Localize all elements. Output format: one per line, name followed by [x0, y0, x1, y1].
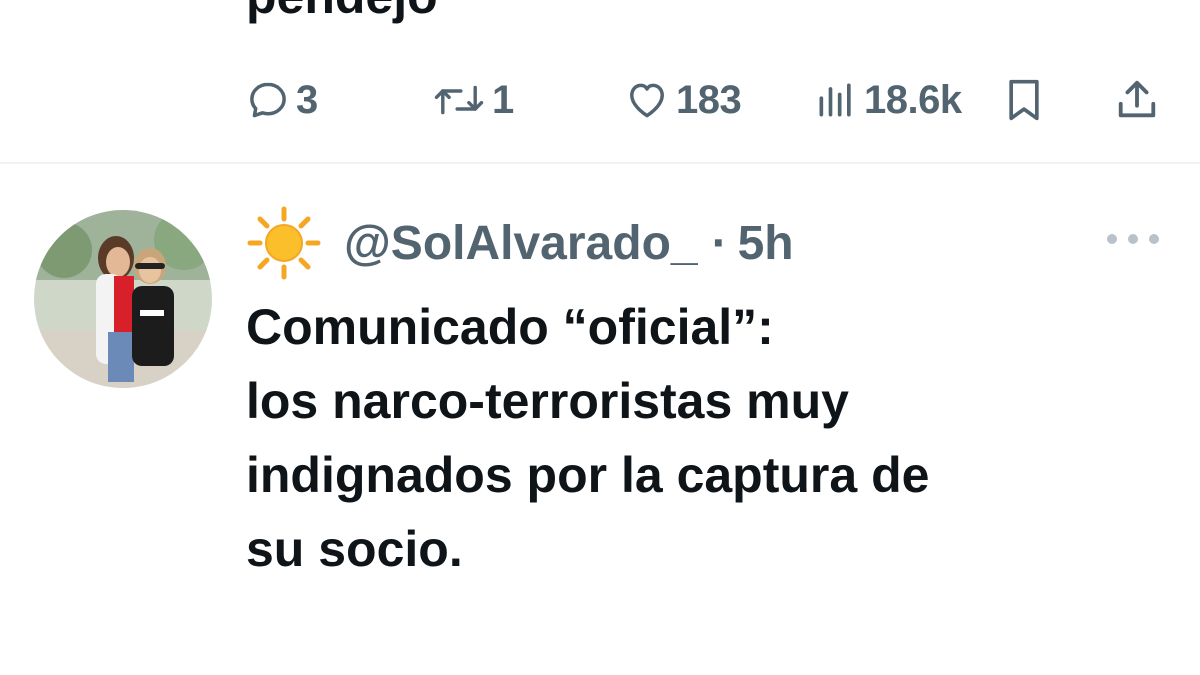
separator-dot: · — [711, 216, 728, 270]
avatar-photo — [34, 210, 212, 388]
tweet-divider — [0, 162, 1200, 164]
views-count: 18.6k — [864, 77, 962, 122]
retweet-count: 1 — [492, 77, 514, 122]
heart-icon — [630, 83, 664, 118]
user-handle[interactable]: @SolAlvarado_ — [344, 216, 698, 271]
views-chart-icon — [819, 83, 851, 117]
bookmark-icon — [1009, 79, 1039, 121]
like-button[interactable]: 183 — [624, 70, 742, 130]
reply-button[interactable]: 3 — [246, 70, 318, 130]
tweet-header: @SolAlvarado_ · 5h — [246, 205, 794, 281]
like-count: 183 — [676, 77, 742, 122]
more-options-button[interactable] — [1100, 222, 1166, 256]
sun-emoji-icon — [247, 206, 321, 280]
retweet-button[interactable]: 1 — [432, 70, 514, 130]
share-button[interactable] — [1114, 70, 1160, 130]
views-button[interactable]: 18.6k — [814, 70, 962, 130]
bookmark-button[interactable] — [1002, 70, 1046, 130]
reply-count: 3 — [296, 77, 318, 122]
avatar[interactable] — [34, 210, 212, 388]
reply-icon — [250, 82, 286, 118]
tweet-action-bar: 3 1 183 18.6k — [0, 70, 1200, 130]
tweet-text: Comunicado “oficial”: los narco-terroris… — [246, 299, 930, 577]
more-options-icon — [1107, 234, 1159, 244]
tweet-timestamp[interactable]: 5h — [738, 216, 794, 271]
previous-tweet-text: pendejo — [246, 0, 438, 26]
share-icon — [1118, 80, 1156, 118]
retweet-icon — [434, 85, 484, 115]
